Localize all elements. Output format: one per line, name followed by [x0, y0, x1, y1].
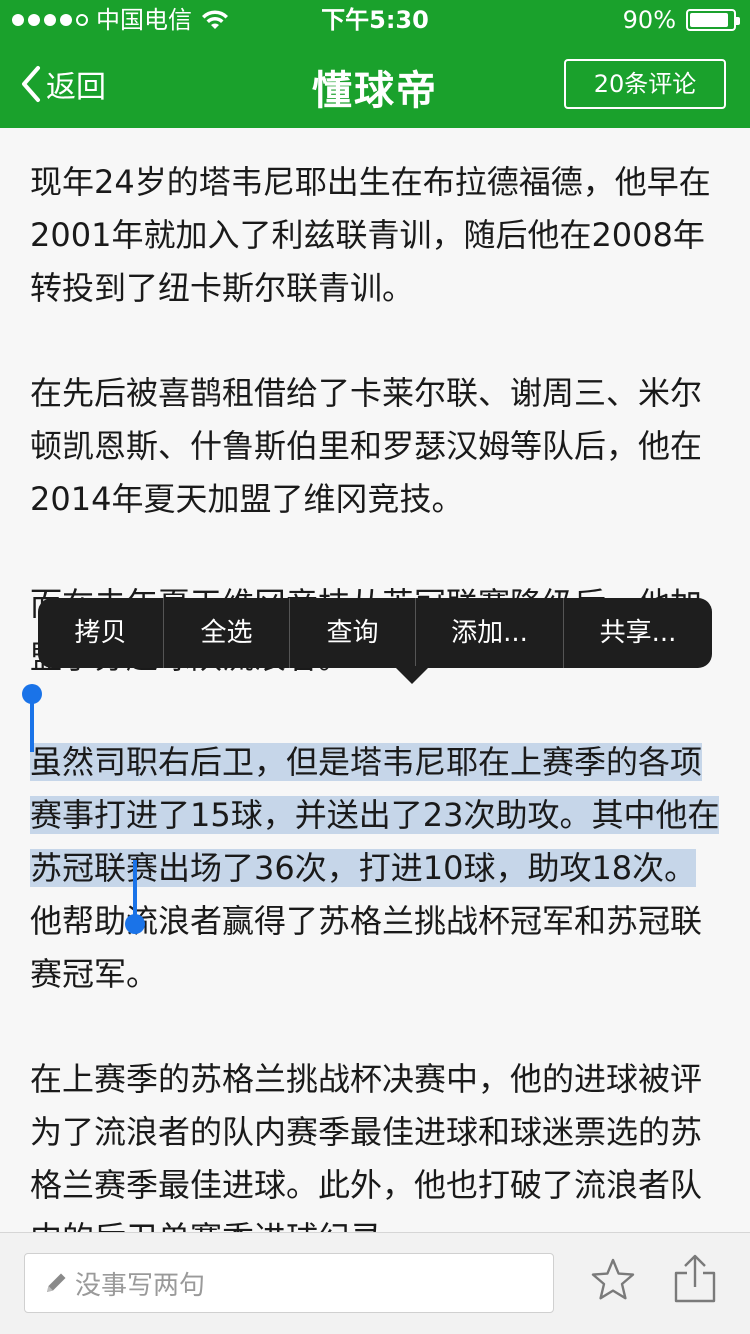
status-bar: 中国电信 下午5:30 90% — [0, 0, 750, 40]
bottom-toolbar: 没事写两句 — [0, 1232, 750, 1334]
selection-start-caret — [30, 702, 34, 752]
menu-share[interactable]: 共享... — [564, 598, 712, 668]
text-selection-menu: 拷贝 全选 查询 添加... 共享... — [38, 598, 712, 684]
selection-end-caret — [133, 860, 137, 918]
article-paragraph-2: 在先后被喜鹊租借给了卡莱尔联、谢周三、米尔顿凯恩斯、什鲁斯伯里和罗瑟汉姆等队后，… — [30, 374, 703, 518]
battery-fill — [690, 13, 728, 27]
pencil-icon — [47, 1273, 66, 1292]
comment-placeholder: 没事写两句 — [75, 1270, 206, 1301]
share-icon[interactable] — [672, 1253, 718, 1305]
comments-button[interactable]: 20条评论 — [564, 59, 726, 109]
nav-bar: 返回 懂球帝 20条评论 — [0, 40, 750, 128]
battery-icon — [686, 9, 740, 31]
status-right: 90% — [622, 0, 740, 40]
favorite-star-icon[interactable] — [590, 1257, 636, 1303]
article-paragraph-1: 现年24岁的塔韦尼耶出生在布拉德福德，他早在2001年就加入了利兹联青训，随后他… — [30, 163, 711, 307]
battery-percent: 90% — [622, 6, 676, 34]
menu-select-all[interactable]: 全选 — [164, 598, 290, 668]
article-body: 现年24岁的塔韦尼耶出生在布拉德福德，他早在2001年就加入了利兹联青训，随后他… — [30, 128, 720, 1265]
top-header: 中国电信 下午5:30 90% 返回 懂球帝 20条评论 — [0, 0, 750, 128]
menu-lookup[interactable]: 查询 — [290, 598, 416, 668]
menu-add[interactable]: 添加... — [416, 598, 564, 668]
comment-input[interactable]: 没事写两句 — [24, 1253, 554, 1313]
menu-copy[interactable]: 拷贝 — [38, 598, 164, 668]
selection-end-handle[interactable] — [125, 914, 145, 934]
selection-start-handle[interactable] — [22, 684, 42, 704]
